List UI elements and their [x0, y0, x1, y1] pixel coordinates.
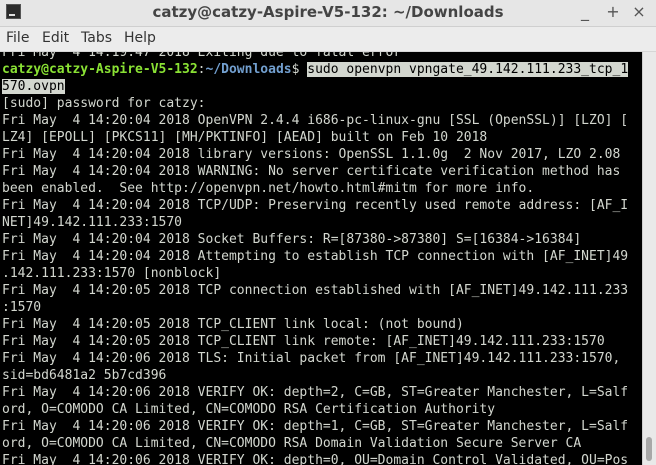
- menu-tabs[interactable]: Tabs: [81, 30, 112, 46]
- title-bar[interactable]: catzy@catzy-Aspire-V5-132: ~/Downloads _…: [0, 0, 656, 27]
- output-line: Fri May 4 14:20:05 2018 TCP_CLIENT link …: [2, 334, 605, 349]
- prompt-line-continued: 570.ovpn: [2, 78, 642, 95]
- close-button[interactable]: ×: [629, 2, 649, 22]
- output-line: Fri May 4 14:20:06 2018 TLS: Initial pac…: [2, 351, 621, 366]
- output-line: Fri May 4 14:20:04 2018 Attempting to es…: [2, 249, 629, 264]
- output-line: sid=bd6481a2 5b7cd396: [2, 368, 167, 383]
- selected-command-text[interactable]: sudo openvpn vpngate_49.142.111.233_tcp_…: [307, 62, 629, 77]
- output-line: Fri May 4 14:20:05 2018 TCP_CLIENT link …: [2, 317, 464, 332]
- scrollbar-thumb[interactable]: [646, 437, 652, 461]
- output-line: NET]49.142.111.233:1570: [2, 215, 183, 230]
- output-line: Fri May 4 14:20:06 2018 VERIFY OK: depth…: [2, 453, 629, 465]
- prompt-path: ~/Downloads: [205, 62, 292, 77]
- window-title: catzy@catzy-Aspire-V5-132: ~/Downloads: [152, 3, 504, 21]
- prompt-colon: :: [197, 62, 206, 77]
- prompt-symbol: $: [291, 62, 308, 77]
- output-line: .142.111.233:1570 [nonblock]: [2, 266, 222, 281]
- output-line: Fri May 4 14:20:04 2018 library versions…: [2, 147, 621, 162]
- output-line: Fri May 4 14:20:04 2018 TCP/UDP: Preserv…: [2, 198, 629, 213]
- output-line: Fri May 4 14:20:04 2018 Socket Buffers: …: [2, 232, 582, 247]
- output-line: Fri May 4 14:20:06 2018 VERIFY OK: depth…: [2, 419, 629, 434]
- output-line: Fri May 4 14:19:47 2018 Exiting due to f…: [2, 52, 402, 60]
- output-line: ord, O=COMODO CA Limited, CN=COMODO RSA …: [2, 436, 582, 451]
- selected-command-text-continued[interactable]: 570.ovpn: [2, 79, 65, 94]
- vertical-scrollbar[interactable]: [642, 52, 656, 465]
- terminal-window: catzy@catzy-Aspire-V5-132: ~/Downloads _…: [0, 0, 656, 465]
- prompt-user-host: catzy@catzy-Aspire-V5-132: [2, 62, 198, 77]
- output-line: ord, O=COMODO CA Limited, CN=COMODO RSA …: [2, 402, 496, 417]
- menu-help[interactable]: Help: [124, 30, 156, 46]
- minimize-button[interactable]: _: [575, 2, 595, 22]
- output-line: LZ4] [EPOLL] [PKCS11] [MH/PKTINFO] [AEAD…: [2, 130, 488, 145]
- output-line: [sudo] password for catzy:: [2, 96, 206, 111]
- menu-edit[interactable]: Edit: [42, 30, 69, 46]
- terminal-output[interactable]: Fri May 4 14:19:47 2018 Exiting due to f…: [0, 52, 642, 465]
- output-line: Fri May 4 14:20:04 2018 OpenVPN 2.4.4 i6…: [2, 113, 629, 128]
- output-line: Fri May 4 14:20:05 2018 TCP connection e…: [2, 283, 629, 298]
- terminal-app-icon: [6, 4, 21, 19]
- output-line: been enabled. See http://openvpn.net/how…: [2, 181, 535, 196]
- output-line: Fri May 4 14:20:04 2018 WARNING: No serv…: [2, 164, 621, 179]
- maximize-button[interactable]: +: [603, 2, 623, 22]
- menu-file[interactable]: File: [6, 30, 29, 46]
- prompt-line: catzy@catzy-Aspire-V5-132:~/Downloads$ s…: [2, 61, 642, 78]
- output-line: Fri May 4 14:20:06 2018 VERIFY OK: depth…: [2, 385, 629, 400]
- menu-bar: File Edit Tabs Help: [0, 27, 656, 52]
- output-line: :1570: [2, 300, 42, 315]
